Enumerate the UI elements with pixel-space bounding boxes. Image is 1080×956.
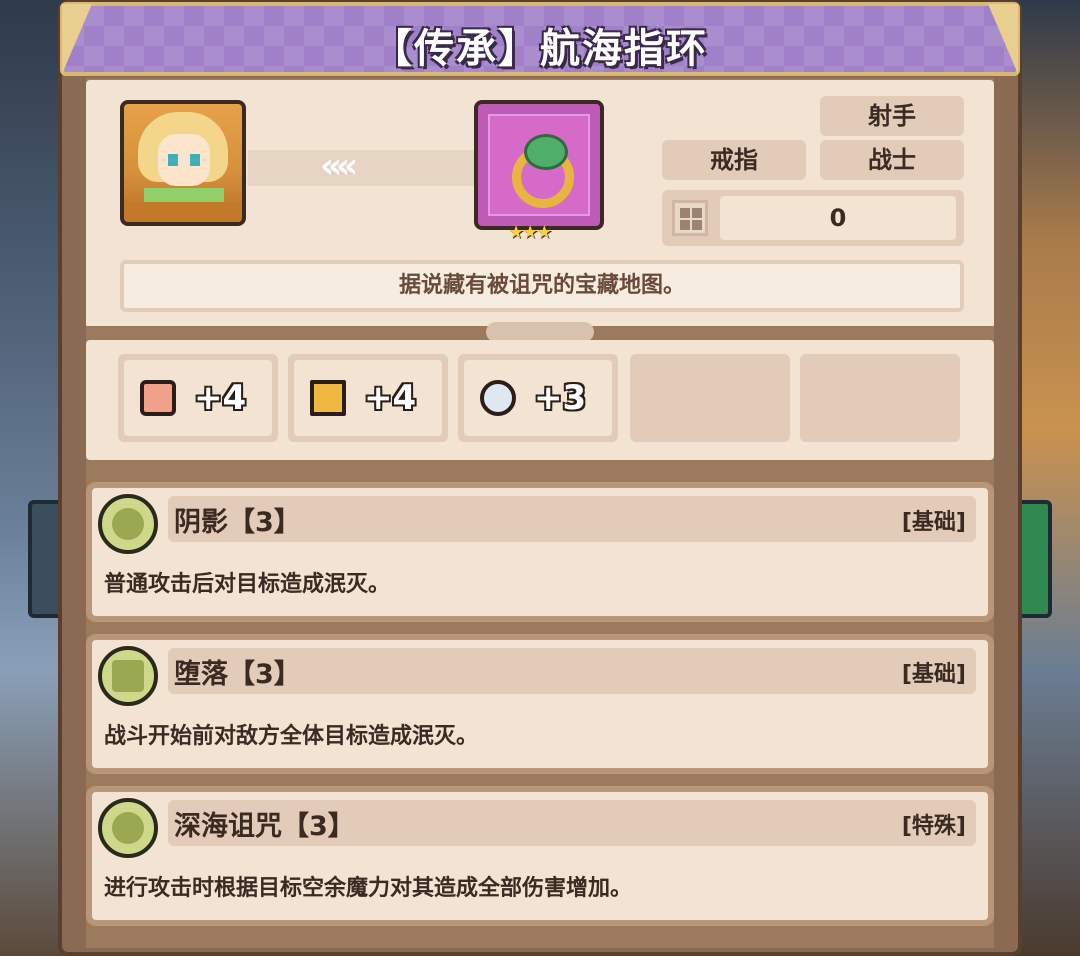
empty-stat-slot xyxy=(630,354,790,442)
skill-description: 普通攻击后对目标造成泯灭。 xyxy=(104,572,391,597)
grid-icon xyxy=(672,200,708,236)
item-description: 据说藏有被诅咒的宝藏地图。 xyxy=(120,260,964,312)
stat-slot: +4 xyxy=(118,354,278,442)
item-info-block: ‹‹‹‹ ★★★ 射手 戒指 战士 0 据说藏有被诅咒的宝藏地图。 xyxy=(86,80,994,328)
tag-shooter: 射手 xyxy=(820,96,964,136)
skill-description: 进行攻击时根据目标空余魔力对其造成全部伤害增加。 xyxy=(104,876,633,901)
skill-description: 战斗开始前对敌方全体目标造成泯灭。 xyxy=(104,724,479,749)
stat-value: +4 xyxy=(194,378,247,418)
star-rating: ★★★ xyxy=(508,222,552,243)
feather-icon xyxy=(480,380,516,416)
skill-kind: [特殊] xyxy=(901,814,966,839)
skill-name: 堕落【3】 xyxy=(174,659,301,690)
skill-card[interactable]: 阴影【3】 [基础] 普通攻击后对目标造成泯灭。 xyxy=(86,482,994,622)
hero-portrait[interactable] xyxy=(120,100,246,226)
tag-warrior: 战士 xyxy=(820,140,964,180)
fist-icon xyxy=(140,380,176,416)
divider-ornament xyxy=(486,322,594,342)
slot-value: 0 xyxy=(720,196,956,240)
ring-gem-icon xyxy=(524,134,568,170)
skill-card[interactable]: 深海诅咒【3】 [特殊] 进行攻击时根据目标空余魔力对其造成全部伤害增加。 xyxy=(86,786,994,926)
skill-name: 阴影【3】 xyxy=(174,507,301,538)
stat-slot: +3 xyxy=(458,354,618,442)
stats-row: +4 +4 +3 xyxy=(86,340,994,460)
skill-name: 深海诅咒【3】 xyxy=(174,811,355,842)
section-divider xyxy=(86,322,994,342)
tag-ring: 戒指 xyxy=(662,140,806,180)
skill-card[interactable]: 堕落【3】 [基础] 战斗开始前对敌方全体目标造成泯灭。 xyxy=(86,634,994,774)
moon-icon xyxy=(98,494,158,554)
transfer-arrows-icon: ‹‹‹‹ xyxy=(320,146,358,186)
title-banner: 【传承】航海指环 xyxy=(60,2,1020,76)
slot-row: 0 xyxy=(662,190,964,246)
transfer-band xyxy=(248,150,478,186)
stat-value: +3 xyxy=(534,378,587,418)
square-rune-icon xyxy=(98,646,158,706)
stat-value: +4 xyxy=(364,378,417,418)
skill-kind: [基础] xyxy=(901,510,966,535)
empty-stat-slot xyxy=(800,354,960,442)
boot-icon xyxy=(310,380,346,416)
skill-kind: [基础] xyxy=(901,662,966,687)
ring-item-icon[interactable]: ★★★ xyxy=(474,100,604,243)
item-title: 【传承】航海指环 xyxy=(372,26,708,72)
stat-slot: +4 xyxy=(288,354,448,442)
flame-rune-icon xyxy=(98,798,158,858)
